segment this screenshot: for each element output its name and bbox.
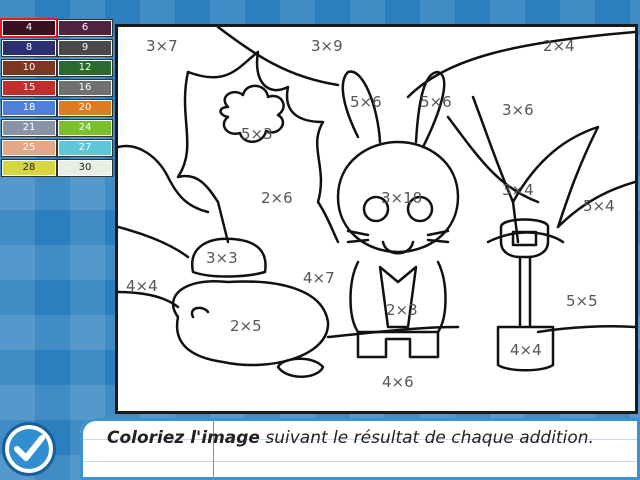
checkmark-icon — [14, 435, 45, 461]
instruction-bold: Coloriez l'image — [107, 428, 260, 448]
color-swatch-6[interactable]: 6 — [58, 20, 112, 36]
color-swatch-10[interactable]: 10 — [2, 60, 56, 76]
color-swatch-25[interactable]: 25 — [2, 140, 56, 156]
region-label-r13[interactable]: 4×7 — [303, 269, 335, 287]
region-label-r15[interactable]: 2×3 — [386, 301, 418, 319]
instruction-rest: suivant le résultat de chaque addition. — [259, 428, 594, 448]
instruction-text: Coloriez l'image suivant le résultat de … — [107, 426, 628, 450]
region-label-r6[interactable]: 3×6 — [502, 101, 534, 119]
region-label-r12[interactable]: 3×3 — [206, 249, 238, 267]
color-swatch-16[interactable]: 16 — [58, 80, 112, 96]
region-label-r14[interactable]: 4×4 — [126, 277, 158, 295]
color-swatch-4[interactable]: 4 — [2, 20, 56, 36]
region-label-r17[interactable]: 2×5 — [230, 317, 262, 335]
color-swatch-27[interactable]: 27 — [58, 140, 112, 156]
coloring-drawing[interactable] — [118, 27, 635, 411]
coloring-canvas[interactable]: 3×7 3×9 2×4 5×6 5×6 3×6 5×3 3×10 3×4 2×6 5×4 3×3 4×7… — [115, 24, 638, 414]
region-label-r18[interactable]: 4×4 — [510, 341, 542, 359]
region-label-r7[interactable]: 5×3 — [241, 125, 273, 143]
color-swatch-12[interactable]: 12 — [58, 60, 112, 76]
region-label-r8[interactable]: 3×10 — [381, 189, 422, 207]
region-label-r10[interactable]: 2×6 — [261, 189, 293, 207]
color-swatch-20[interactable]: 20 — [58, 100, 112, 116]
color-swatch-28[interactable]: 28 — [2, 160, 56, 176]
color-swatch-30[interactable]: 30 — [58, 160, 112, 176]
region-label-r11[interactable]: 5×4 — [583, 197, 615, 215]
color-swatch-21[interactable]: 21 — [2, 120, 56, 136]
color-swatch-15[interactable]: 15 — [2, 80, 56, 96]
color-swatch-18[interactable]: 18 — [2, 100, 56, 116]
region-label-r5[interactable]: 5×6 — [420, 93, 452, 111]
region-label-r1[interactable]: 3×7 — [146, 37, 178, 55]
region-label-r9[interactable]: 3×4 — [502, 181, 534, 199]
color-swatch-8[interactable]: 8 — [2, 40, 56, 56]
color-swatch-24[interactable]: 24 — [58, 120, 112, 136]
color-swatch-9[interactable]: 9 — [58, 40, 112, 56]
region-label-r2[interactable]: 3×9 — [311, 37, 343, 55]
validate-button[interactable] — [2, 422, 56, 476]
region-label-r19[interactable]: 4×6 — [382, 373, 414, 391]
region-label-r3[interactable]: 2×4 — [543, 37, 575, 55]
region-label-r16[interactable]: 5×5 — [566, 292, 598, 310]
region-label-r4[interactable]: 5×6 — [350, 93, 382, 111]
instruction-panel: Coloriez l'image suivant le résultat de … — [80, 418, 640, 480]
